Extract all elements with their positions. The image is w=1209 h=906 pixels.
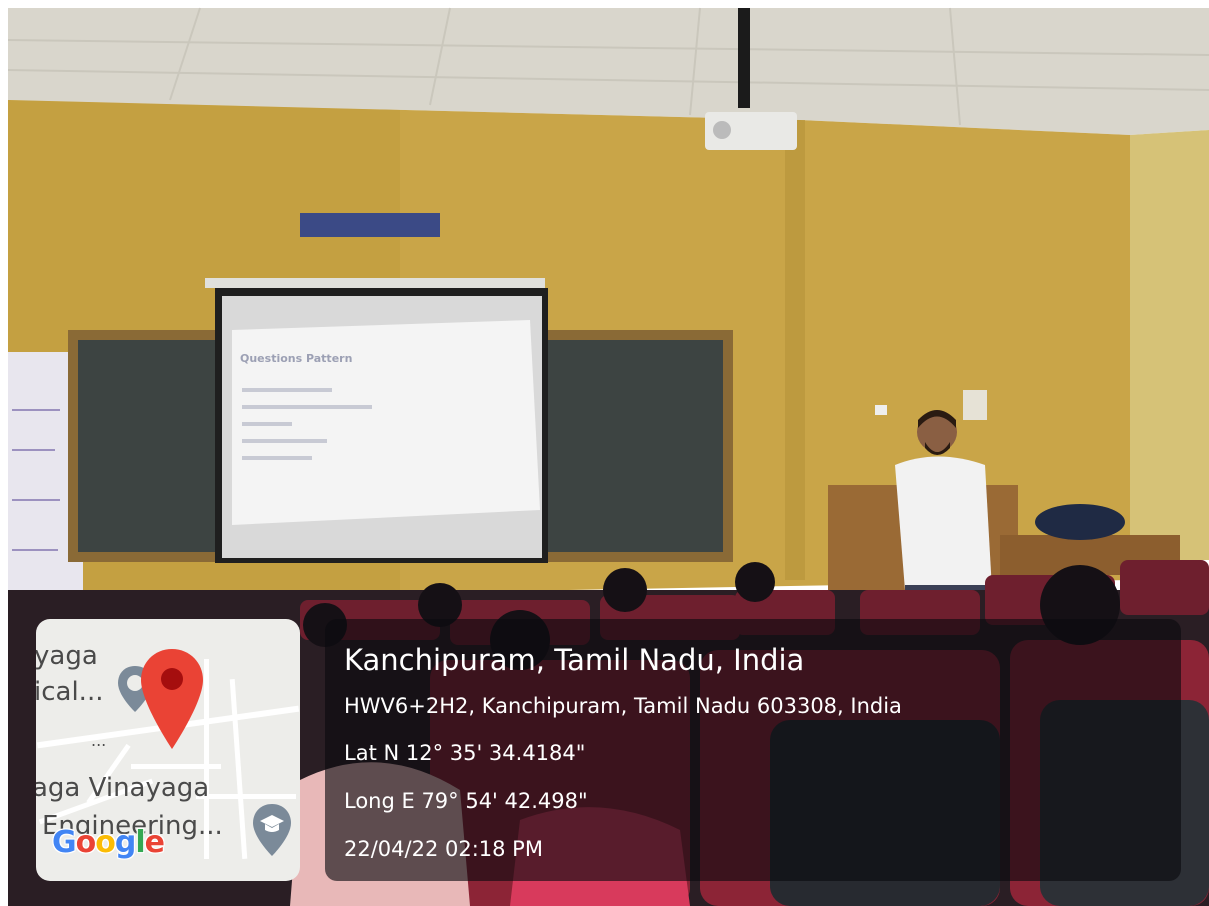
map-label-bottom-1: aga Vinayaga (36, 773, 210, 803)
map-thumbnail[interactable]: yaga ical... ... aga Vinayaga Engineerin… (36, 619, 300, 881)
slide-title: Questions Pattern (240, 352, 352, 365)
location-title: Kanchipuram, Tamil Nadu, India (344, 643, 805, 677)
latitude: Lat N 12° 35' 34.4184" (344, 741, 586, 765)
location-pin-icon (141, 649, 203, 749)
wall-sign (300, 213, 440, 237)
timestamp: 22/04/22 02:18 PM (344, 837, 543, 861)
longitude: Long E 79° 54' 42.498" (344, 789, 588, 813)
map-label-top-2: ical... (36, 677, 104, 707)
bag (1035, 504, 1125, 540)
google-logo: Google (52, 825, 165, 860)
location-info-card: Kanchipuram, Tamil Nadu, India HWV6+2H2,… (325, 619, 1181, 881)
location-address: HWV6+2H2, Kanchipuram, Tamil Nadu 603308… (344, 694, 902, 718)
map-label-ellipsis: ... (91, 731, 107, 750)
projector-mount (738, 8, 750, 108)
graduation-cap-icon (253, 804, 291, 856)
map-label-top-1: yaga (36, 641, 98, 671)
